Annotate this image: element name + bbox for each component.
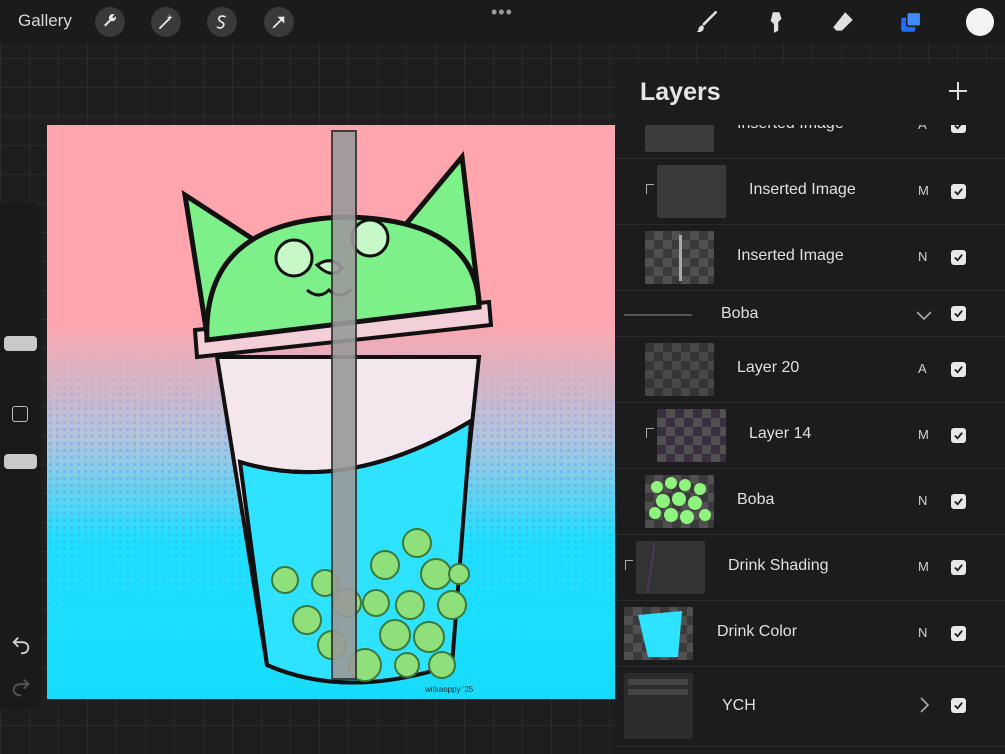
visibility-checkbox[interactable] [951,626,966,641]
blend-mode[interactable]: A [918,125,927,132]
drink-thumbnail [638,611,682,657]
smudge-icon[interactable] [761,8,789,36]
layer-thumbnail [645,343,714,396]
layer-thumbnail [657,165,727,218]
chevron-right-icon[interactable] [914,695,934,715]
layer-thumbnail [645,125,714,152]
layer-name: Boba [721,305,759,322]
visibility-checkbox[interactable] [951,362,966,377]
eraser-icon[interactable] [829,8,857,36]
layer-thumbnail [645,231,714,284]
layer-name: Inserted Image [737,125,844,133]
magic-wand-icon[interactable] [151,7,181,37]
blend-mode[interactable]: N [918,625,927,640]
layer-name: Boba [737,491,775,508]
layer-thumbnail [636,541,705,594]
brush-icon[interactable] [692,8,720,36]
layer-row[interactable]: Inserted Image N [616,225,1005,291]
layer-name: Drink Color [717,623,798,640]
layer-row[interactable]: Layer 14 M [616,403,1005,469]
modify-button[interactable] [12,406,28,422]
brush-size-thumb[interactable] [4,336,37,351]
layers-icon[interactable] [897,8,925,36]
add-layer-icon[interactable] [946,79,970,103]
layer-group-row[interactable]: Boba [616,291,1005,337]
layer-name: YCH [722,697,756,714]
blend-mode[interactable]: N [918,493,927,508]
opacity-thumb[interactable] [4,454,37,469]
blend-mode[interactable]: A [918,361,927,376]
visibility-checkbox[interactable] [951,184,966,199]
layer-row[interactable]: Drink Shading M [616,535,1005,601]
layer-row[interactable]: Inserted Image M [616,159,1005,225]
boba-cat-illustration: witkaoppy '25 [181,130,494,694]
blend-mode[interactable]: N [918,249,927,264]
artist-signature: witkaoppy '25 [424,685,474,694]
gallery-button[interactable]: Gallery [18,11,72,31]
more-options-handle[interactable]: ••• [491,2,513,23]
layer-row[interactable]: Drink Color N [616,601,1005,667]
clipping-mask-icon [646,428,654,438]
brush-size-slider[interactable] [4,213,38,323]
visibility-checkbox[interactable] [951,494,966,509]
drawing-canvas[interactable]: witkaoppy '25 [47,125,615,699]
visibility-checkbox[interactable] [951,428,966,443]
layer-name: Drink Shading [728,557,829,574]
blend-mode[interactable]: M [918,183,929,198]
visibility-checkbox[interactable] [951,306,966,321]
layer-name: Layer 20 [737,359,800,376]
layer-thumbnail [645,475,714,528]
layer-row[interactable]: Layer 20 A [616,337,1005,403]
color-icon[interactable] [966,8,994,36]
visibility-checkbox[interactable] [951,560,966,575]
layer-name: Inserted Image [749,181,856,198]
transform-arrow-icon[interactable] [264,7,294,37]
blend-mode[interactable]: M [918,427,929,442]
layers-panel: Layers Inserted Image A Inserted Image M… [616,63,1005,754]
boba-thumbnail [649,477,711,524]
layer-group-row[interactable]: YCH [616,667,1005,747]
panel-title: Layers [640,78,721,106]
top-toolbar: Gallery ••• [0,0,1005,44]
layer-row[interactable]: Inserted Image A [616,125,1005,159]
layer-thumbnail [624,607,693,660]
layer-thumbnail [657,409,726,462]
clipping-mask-icon [646,184,654,194]
selection-icon[interactable] [207,7,237,37]
layer-name: Inserted Image [737,247,844,264]
redo-icon[interactable] [10,675,32,697]
group-indicator [624,314,692,316]
layer-list: Inserted Image A Inserted Image M Insert… [616,125,1005,754]
visibility-checkbox[interactable] [951,698,966,713]
layer-name: Layer 14 [749,425,812,442]
visibility-checkbox[interactable] [951,125,966,133]
visibility-checkbox[interactable] [951,250,966,265]
undo-icon[interactable] [10,633,32,655]
left-sidebar [0,203,41,709]
clipping-mask-icon [625,560,633,570]
layer-row[interactable]: Boba N [616,469,1005,535]
blend-mode[interactable]: M [918,559,929,574]
wrench-icon[interactable] [95,7,125,37]
layer-thumbnail [624,673,693,739]
chevron-down-icon[interactable] [914,305,934,325]
